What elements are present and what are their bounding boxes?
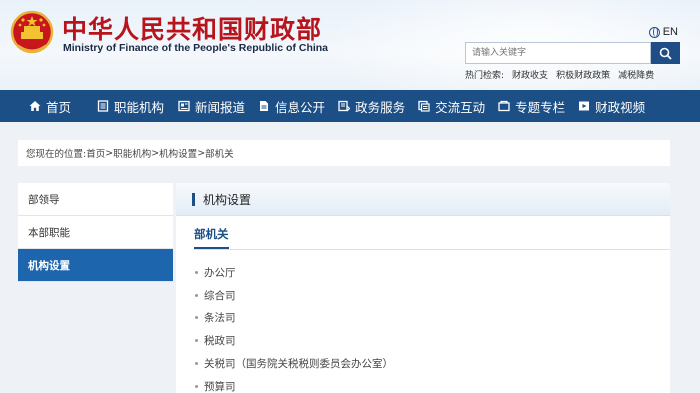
nav-item-news[interactable]: 新闻报道 (178, 90, 245, 122)
search-input[interactable] (465, 42, 651, 64)
section-tab[interactable]: 部机关 (194, 226, 229, 249)
breadcrumb-prefix: 您现在的位置: (26, 149, 87, 160)
language-label: EN (662, 26, 678, 38)
file-icon (258, 100, 270, 112)
home-icon (29, 100, 41, 112)
nav-item-label: 政务服务 (355, 99, 406, 115)
department-link[interactable]: 综合司 (204, 288, 236, 303)
bullet-icon (195, 316, 198, 320)
panel-header-accent (192, 192, 195, 206)
list-item[interactable]: 办公厅 (195, 261, 393, 284)
bullet-icon (195, 362, 198, 366)
section-divider (194, 249, 670, 250)
content-panel: 机构设置 部机关 办公厅 综合司 条法司 税政司 关税司（国务院关税税则委员会办… (176, 183, 670, 393)
breadcrumb-separator: > (197, 147, 206, 159)
panel-title: 机构设置 (203, 192, 252, 207)
hot-searches: 热门检索: 财政收支 积极财政政策 减税降费 (465, 68, 654, 81)
chat-icon (418, 100, 430, 112)
department-link[interactable]: 条法司 (204, 310, 236, 325)
department-link[interactable]: 办公厅 (204, 265, 236, 280)
nav-item-label: 新闻报道 (195, 99, 246, 115)
main-nav: 首页 职能机构 新闻报道 信息公开 政务服务 交流互动 专题专栏 财政视频 (0, 90, 700, 122)
breadcrumb-link-functions[interactable]: 职能机构 (113, 146, 151, 160)
nav-item-disclosure[interactable]: 信息公开 (258, 90, 325, 122)
breadcrumb: 您现在的位置: 首页 > 职能机构 > 机构设置 > 部机关 (18, 140, 670, 166)
national-emblem-icon[interactable] (10, 10, 54, 58)
service-icon (338, 100, 351, 112)
site-title-en: Ministry of Finance of the People's Repu… (63, 42, 329, 54)
department-link[interactable]: 关税司（国务院关税税则委员会办公室） (204, 356, 393, 371)
bullet-icon (195, 384, 198, 388)
department-list: 办公厅 综合司 条法司 税政司 关税司（国务院关税税则委员会办公室） 预算司 (195, 261, 393, 393)
nav-item-label: 信息公开 (275, 99, 326, 115)
breadcrumb-link-home[interactable]: 首页 (86, 146, 105, 160)
search-button[interactable] (651, 42, 680, 64)
nav-item-label: 职能机构 (114, 99, 165, 115)
nav-item-label: 首页 (46, 99, 72, 115)
bullet-icon (195, 339, 198, 343)
folder-icon (498, 100, 510, 112)
breadcrumb-separator: > (151, 147, 160, 159)
sidebar: 部领导 本部职能 机构设置 (18, 183, 173, 282)
sidebar-item-functions[interactable]: 本部职能 (18, 216, 173, 249)
list-item[interactable]: 条法司 (195, 307, 393, 330)
hot-link[interactable]: 减税降费 (618, 68, 654, 81)
nav-item-services[interactable]: 政务服务 (338, 90, 405, 122)
bullet-icon (195, 270, 198, 274)
hot-link[interactable]: 财政收支 (512, 68, 548, 81)
nav-item-interaction[interactable]: 交流互动 (418, 90, 485, 122)
nav-item-label: 专题专栏 (515, 99, 566, 115)
breadcrumb-separator: > (105, 147, 114, 159)
sidebar-item-leaders[interactable]: 部领导 (18, 183, 173, 216)
bullet-icon (195, 293, 198, 297)
hot-link[interactable]: 积极财政政策 (556, 68, 610, 81)
nav-item-video[interactable]: 财政视频 (578, 90, 645, 122)
globe-icon (648, 26, 660, 38)
breadcrumb-link-current[interactable]: 部机关 (205, 146, 234, 160)
document-list-icon (97, 100, 109, 112)
breadcrumb-link-structure[interactable]: 机构设置 (159, 146, 197, 160)
nav-item-functions[interactable]: 职能机构 (97, 90, 164, 122)
search-icon (659, 47, 672, 60)
nav-item-label: 交流互动 (435, 99, 486, 115)
language-switch[interactable]: EN (648, 26, 678, 38)
list-item[interactable]: 综合司 (195, 284, 393, 307)
nav-item-topics[interactable]: 专题专栏 (498, 90, 565, 122)
list-item[interactable]: 关税司（国务院关税税则委员会办公室） (195, 352, 393, 375)
search-bar (465, 42, 680, 64)
hot-searches-label: 热门检索: (465, 71, 505, 81)
video-icon (578, 100, 590, 112)
sidebar-item-structure[interactable]: 机构设置 (18, 249, 173, 282)
panel-header: 机构设置 (176, 183, 670, 216)
department-link[interactable]: 预算司 (204, 379, 236, 393)
nav-item-home[interactable]: 首页 (29, 90, 71, 122)
site-title-cn[interactable]: 中华人民共和国财政部 (62, 10, 322, 46)
nav-item-label: 财政视频 (595, 99, 646, 115)
list-item[interactable]: 税政司 (195, 329, 393, 352)
newspaper-icon (178, 100, 190, 112)
site-header: 中华人民共和国财政部 Ministry of Finance of the Pe… (0, 0, 700, 90)
department-link[interactable]: 税政司 (204, 333, 236, 348)
list-item[interactable]: 预算司 (195, 375, 393, 393)
